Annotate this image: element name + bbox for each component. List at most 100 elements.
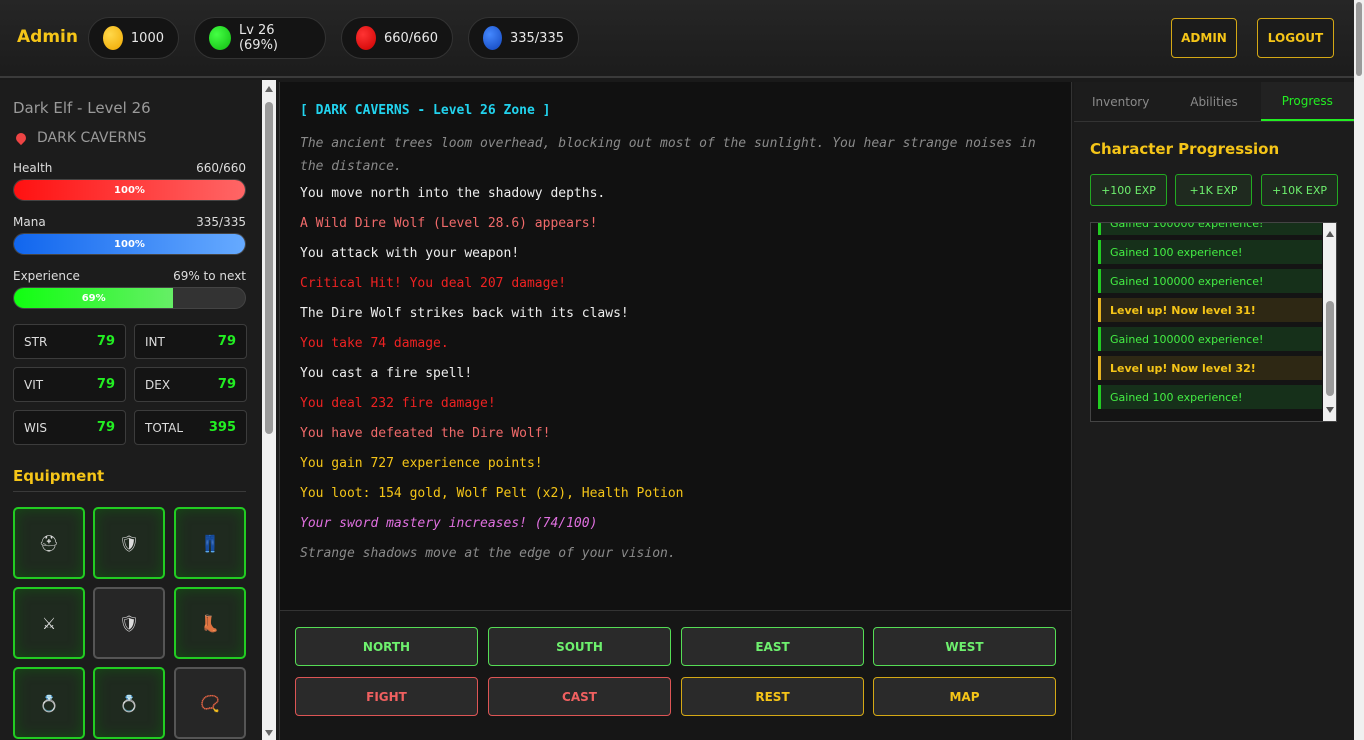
character-name: Dark Elf - Level 26 [13, 99, 151, 117]
side-tabs: Inventory Abilities Progress [1074, 82, 1354, 122]
amulet-icon: 📿 [200, 693, 220, 713]
level-value: Lv 26 (69%) [238, 23, 278, 53]
gold-value: 1000 [130, 30, 164, 46]
zone-header: [ DARK CAVERNS - Level 26 Zone ] [300, 103, 551, 118]
exp-message: Gained 100000 experience! [1098, 327, 1322, 351]
scroll-up-arrow-icon[interactable] [1326, 231, 1334, 237]
add-10k-exp-button[interactable]: +10K EXP [1261, 174, 1338, 206]
scrollbar-thumb[interactable] [265, 102, 273, 434]
stat-label: STR [24, 334, 48, 349]
stat-wis: WIS 79 [13, 410, 126, 445]
rest-button[interactable]: REST [681, 677, 864, 716]
exp-bar-label: Experience 69% to next [13, 269, 246, 283]
gold-counter: 1000 [88, 17, 179, 59]
health-value: 660/660 [383, 30, 438, 46]
log-line: You have defeated the Dire Wolf! [300, 426, 551, 441]
left-scrollbar[interactable] [262, 80, 276, 740]
logout-button[interactable]: LOGOUT [1257, 18, 1334, 58]
boots-icon: 👢 [200, 613, 220, 633]
equipment-slot[interactable]: 💍 [13, 667, 85, 739]
scroll-up-arrow-icon[interactable] [265, 86, 273, 92]
equipment-title: Equipment [13, 467, 246, 492]
side-panel: Inventory Abilities Progress Character P… [1074, 82, 1354, 740]
log-line: Strange shadows move at the edge of your… [300, 546, 676, 561]
ring-icon: 💍 [119, 693, 139, 713]
brand-title: Admin [17, 27, 78, 47]
exp-message: Gained 100000 experience! [1098, 269, 1322, 293]
cast-button[interactable]: CAST [488, 677, 671, 716]
tab-inventory[interactable]: Inventory [1074, 82, 1167, 121]
character-panel: Dark Elf - Level 26 DARK CAVERNS Health … [0, 80, 262, 740]
stat-dex: DEX 79 [134, 367, 247, 402]
stat-value: 79 [96, 420, 115, 435]
scrollbar-thumb[interactable] [1326, 301, 1334, 396]
health-label: Health [13, 161, 53, 175]
tab-abilities[interactable]: Abilities [1167, 82, 1260, 121]
map-button[interactable]: MAP [873, 677, 1056, 716]
south-button[interactable]: SOUTH [488, 627, 671, 666]
crossed-swords-icon: ⚔ [41, 613, 57, 633]
equipment-slot[interactable]: 👢 [174, 587, 246, 659]
west-button[interactable]: WEST [873, 627, 1056, 666]
shield-icon: 🛡 [118, 533, 140, 553]
shield-icon: 🛡 [118, 613, 140, 633]
east-button[interactable]: EAST [681, 627, 864, 666]
stat-str: STR 79 [13, 324, 126, 359]
action-bar: NORTH SOUTH EAST WEST FIGHT CAST REST MA… [280, 610, 1071, 740]
fight-button[interactable]: FIGHT [295, 677, 478, 716]
game-app: Admin 1000 Lv 26 (69%) 660/660 335/335 A… [0, 0, 1364, 740]
messages-scrollbar[interactable] [1323, 223, 1336, 421]
health-bar-fill: 100% [14, 180, 245, 200]
admin-button[interactable]: ADMIN [1171, 18, 1237, 58]
log-line: You cast a fire spell! [300, 366, 473, 381]
progression-title: Character Progression [1090, 140, 1280, 158]
log-line: You move north into the shadowy depths. [300, 186, 606, 201]
equipment-slot[interactable]: 📿 [174, 667, 246, 739]
stat-label: VIT [24, 377, 44, 392]
equipment-slot[interactable]: 🛡 [93, 507, 165, 579]
mana-bar-fill: 100% [14, 234, 245, 254]
mana-bar: 100% [13, 233, 246, 255]
scroll-down-arrow-icon[interactable] [265, 730, 273, 736]
equipment-slot[interactable]: 💍 [93, 667, 165, 739]
gold-coin-icon [103, 26, 123, 50]
stat-value: 79 [217, 377, 236, 392]
game-area: [ DARK CAVERNS - Level 26 Zone ] The anc… [279, 82, 1072, 740]
exp-message: Gained 100 experience! [1098, 385, 1322, 409]
equipment-slot[interactable]: 🛡 [93, 587, 165, 659]
add-100-exp-button[interactable]: +100 EXP [1090, 174, 1167, 206]
north-button[interactable]: NORTH [295, 627, 478, 666]
pants-icon: 👖 [200, 533, 220, 553]
scroll-down-arrow-icon[interactable] [1326, 407, 1334, 413]
health-orb-icon [356, 26, 376, 50]
add-1k-exp-button[interactable]: +1K EXP [1175, 174, 1252, 206]
equipment-slot[interactable]: ⛑ [13, 507, 85, 579]
zone-description: The ancient trees loom overhead, blockin… [300, 136, 1036, 174]
exp-label-value: 69% to next [173, 269, 246, 283]
mana-bar-label: Mana 335/335 [13, 215, 246, 229]
mana-label-value: 335/335 [196, 215, 246, 229]
level-up-message: Level up! Now level 31! [1098, 298, 1322, 322]
log-line: You attack with your weapon! [300, 246, 520, 261]
health-label-value: 660/660 [196, 161, 246, 175]
equipment-slot[interactable]: ⚔ [13, 587, 85, 659]
scrollbar-thumb[interactable] [1356, 2, 1362, 76]
level-orb-icon [209, 26, 231, 50]
ring-icon: 💍 [39, 693, 59, 713]
level-up-message: Level up! Now level 32! [1098, 356, 1322, 380]
helmet-icon: ⛑ [38, 533, 60, 553]
page-scrollbar[interactable] [1354, 0, 1364, 740]
equipment-slot[interactable]: 👖 [174, 507, 246, 579]
log-line: A Wild Dire Wolf (Level 28.6) appears! [300, 216, 598, 231]
tab-progress[interactable]: Progress [1260, 82, 1354, 121]
log-line: You take 74 damage. [300, 336, 449, 351]
progression-messages[interactable]: Gained 100 experience! Level up! Now leve… [1090, 222, 1337, 422]
stat-value: 79 [96, 377, 115, 392]
location-pin-icon [13, 130, 29, 146]
log-line: You loot: 154 gold, Wolf Pelt (x2), Heal… [300, 486, 684, 501]
log-line: Critical Hit! You deal 207 damage! [300, 276, 567, 291]
top-bar: Admin 1000 Lv 26 (69%) 660/660 335/335 A… [0, 0, 1354, 78]
location-name: DARK CAVERNS [37, 130, 147, 146]
stat-int: INT 79 [134, 324, 247, 359]
stat-label: TOTAL [145, 420, 184, 435]
